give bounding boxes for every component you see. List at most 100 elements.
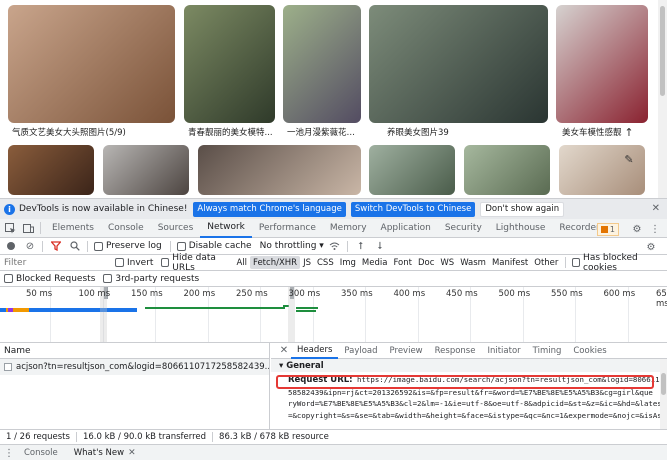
filter-type-all[interactable]: All [233, 256, 250, 269]
filter-type-media[interactable]: Media [359, 256, 391, 269]
has-blocked-cookies-checkbox[interactable]: Has blocked cookies [572, 253, 659, 273]
timeline-tick-label: 350 ms [341, 289, 373, 299]
resource-size: 86.3 kB / 678 kB resource [219, 431, 329, 442]
gallery-image-7[interactable] [103, 145, 189, 195]
filter-type-ws[interactable]: WS [437, 256, 457, 269]
infobar-message: DevTools is now available in Chinese! [19, 204, 188, 214]
blocked-toolbar: Blocked Requests 3rd-party requests [0, 271, 667, 287]
request-row[interactable]: acjson?tn=resultjson_com&logid=806611071… [0, 359, 269, 375]
gallery-image-2[interactable] [184, 5, 275, 123]
gallery-image-8[interactable] [198, 145, 361, 195]
timeline-tick-label: 250 ms [236, 289, 268, 299]
gallery-image-4[interactable] [369, 5, 548, 123]
drawer-tabbar: ⋮ Console What's New ✕ [0, 444, 667, 460]
invert-checkbox[interactable]: Invert [115, 258, 153, 268]
dont-show-again-button[interactable]: Don't show again [480, 201, 565, 217]
filter-type-doc[interactable]: Doc [415, 256, 437, 269]
gallery-image-10[interactable] [464, 145, 550, 195]
network-status-bar: 1 / 26 requests 16.0 kB / 90.0 kB transf… [0, 429, 667, 443]
filter-type-fetch-xhr[interactable]: Fetch/XHR [250, 256, 301, 269]
preserve-log-checkbox[interactable]: Preserve log [94, 241, 162, 251]
detail-tab-initiator[interactable]: Initiator [481, 343, 526, 359]
timeline-tick-label: 150 ms [131, 289, 163, 299]
filter-type-font[interactable]: Font [390, 256, 415, 269]
record-icon[interactable] [4, 239, 18, 253]
gallery-caption-5[interactable]: 美女车模性感靓 [562, 126, 622, 138]
gallery-caption-3[interactable]: 一池月漫紫薇花☆酒... [287, 126, 361, 138]
detail-tab-preview[interactable]: Preview [384, 343, 429, 359]
always-match-language-button[interactable]: Always match Chrome's language [193, 201, 346, 217]
drawer-tab-whats-new[interactable]: What's New [66, 448, 132, 458]
timeline-tick-label: 450 ms [446, 289, 478, 299]
timeline-tick-label: 50 ms [26, 289, 53, 299]
close-detail-icon[interactable]: ✕ [277, 345, 291, 356]
tab-memory[interactable]: Memory [323, 219, 374, 238]
xhr-icon [4, 363, 12, 371]
image-gallery: 气质文艺美女大头照图片(5/9) 青春靓丽的美女模特... 一池月漫紫薇花☆酒.… [0, 0, 667, 198]
detail-tab-response[interactable]: Response [429, 343, 482, 359]
timeline-tick-label: 200 ms [183, 289, 216, 299]
general-section-header[interactable]: ▾ General [271, 359, 667, 372]
gallery-image-5[interactable] [556, 5, 648, 123]
tab-performance[interactable]: Performance [252, 219, 323, 238]
tab-console[interactable]: Console [101, 219, 151, 238]
filter-type-other[interactable]: Other [531, 256, 561, 269]
filter-type-wasm[interactable]: Wasm [457, 256, 489, 269]
disable-cache-checkbox[interactable]: Disable cache [176, 241, 252, 251]
page-scrollbar[interactable] [658, 0, 667, 198]
close-icon[interactable]: ✕ [128, 448, 136, 458]
gallery-caption-2[interactable]: 青春靓丽的美女模特... [188, 126, 274, 138]
filter-type-manifest[interactable]: Manifest [489, 256, 531, 269]
detail-tab-cookies[interactable]: Cookies [567, 343, 612, 359]
gallery-caption-1[interactable]: 气质文艺美女大头照图片(5/9) [12, 126, 172, 138]
detail-tab-headers[interactable]: Headers [291, 343, 339, 359]
throttling-select[interactable]: No throttling ▾ [260, 241, 324, 251]
tab-elements[interactable]: Elements [45, 219, 101, 238]
drawer-tab-console[interactable]: Console [16, 448, 66, 458]
blocked-requests-checkbox[interactable]: Blocked Requests [4, 274, 95, 284]
gallery-image-1[interactable] [8, 5, 175, 123]
drawer-menu-icon[interactable]: ⋮ [4, 448, 16, 459]
warning-badge[interactable]: 1 [596, 222, 619, 236]
arrow-up-icon[interactable]: ↑ [620, 123, 638, 141]
timeline-tick-label: 300 ms [288, 289, 321, 299]
request-count: 1 / 26 requests [0, 431, 77, 442]
filter-type-js[interactable]: JS [300, 256, 314, 269]
more-options-icon[interactable]: ⋮ [647, 221, 663, 237]
devtools-panel: i DevTools is now available in Chinese! … [0, 198, 667, 460]
network-overview-timeline[interactable]: 50 ms 100 ms 150 ms 200 ms 250 ms 300 ms 350 m… [0, 287, 667, 343]
clear-icon[interactable]: ⊘ [23, 239, 37, 253]
filter-type-css[interactable]: CSS [314, 256, 337, 269]
tab-sources[interactable]: Sources [151, 219, 201, 238]
third-party-requests-checkbox[interactable]: 3rd-party requests [103, 274, 199, 284]
tab-application[interactable]: Application [374, 219, 438, 238]
timeline-tick-label: 100 ms [78, 289, 111, 299]
tab-lighthouse[interactable]: Lighthouse [489, 219, 553, 238]
gallery-image-9[interactable] [369, 145, 455, 195]
gear-icon[interactable]: ⚙ [629, 221, 645, 237]
detail-tab-timing[interactable]: Timing [527, 343, 568, 359]
network-conditions-icon[interactable] [328, 239, 342, 253]
export-har-icon[interactable]: ⭣ [373, 239, 387, 253]
inspect-element-icon[interactable] [2, 220, 18, 236]
filter-input[interactable] [4, 255, 109, 270]
hide-data-urls-checkbox[interactable]: Hide data URLs [161, 253, 229, 273]
filter-icon[interactable] [49, 239, 63, 253]
gallery-caption-4[interactable]: 养眼美女图片39 [387, 126, 537, 138]
switch-to-chinese-button[interactable]: Switch DevTools to Chinese [350, 201, 476, 217]
tab-security[interactable]: Security [438, 219, 489, 238]
gallery-image-3[interactable] [283, 5, 361, 123]
gallery-image-6[interactable] [8, 145, 94, 195]
detail-tab-payload[interactable]: Payload [338, 343, 383, 359]
request-url-label: Request URL: [288, 375, 353, 385]
name-column-header[interactable]: Name [0, 343, 269, 359]
filter-type-img[interactable]: Img [337, 256, 359, 269]
pencil-icon[interactable]: ✎ [620, 150, 638, 168]
timeline-bar-green-1 [145, 307, 285, 309]
search-icon[interactable] [68, 239, 82, 253]
close-icon[interactable]: ✕ [652, 203, 660, 214]
filter-toolbar: Invert Hide data URLs AllFetch/XHRJSCSSI… [0, 253, 667, 273]
device-toolbar-icon[interactable] [20, 220, 36, 236]
import-har-icon[interactable]: ⭡ [354, 239, 368, 253]
tab-network[interactable]: Network [200, 219, 252, 238]
